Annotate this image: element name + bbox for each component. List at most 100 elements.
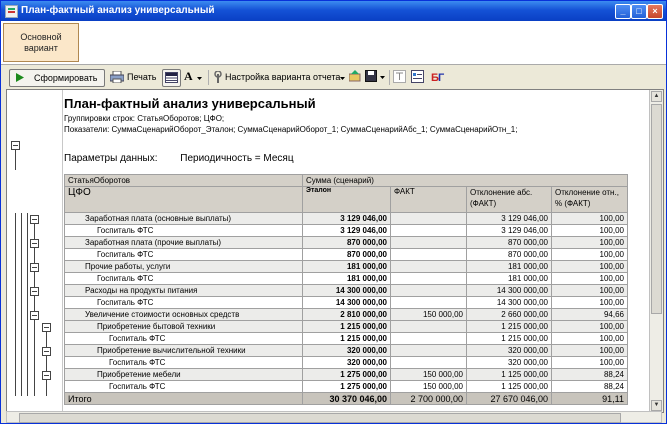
report-params: Параметры данных: Периодичность = Месяц [64, 153, 294, 164]
table-row[interactable]: Госпиталь ФТС 870 000,00 870 000,00 100,00 [64, 248, 628, 261]
report-icon [5, 5, 18, 18]
etalon-cell: 3 129 046,00 [302, 224, 391, 237]
open-button[interactable] [348, 70, 361, 84]
name-cell: Расходы на продукты питания [64, 284, 303, 297]
tree-line [27, 213, 28, 396]
abs-deviation-cell: 14 300 000,00 [466, 296, 552, 309]
tab-main-variant[interactable]: Основной вариант [3, 23, 79, 62]
report-sheet: План-фактный анализ универсальный Группи… [6, 89, 664, 413]
generate-button[interactable]: Сформировать [9, 69, 105, 87]
etalon-cell: 870 000,00 [302, 236, 391, 249]
toolbar-separator [208, 70, 209, 85]
header-cell: Эталон [302, 186, 391, 213]
etalon-cell: 1 275 000,00 [302, 380, 391, 393]
rel-deviation-cell: 100,00 [551, 212, 628, 225]
collapse-group-icon[interactable] [30, 287, 39, 296]
variant-settings-label: Настройка варианта отчета [225, 72, 341, 82]
etalon-cell: 14 300 000,00 [302, 284, 391, 297]
total-fact-cell: 2 700 000,00 [390, 392, 467, 405]
table-row[interactable]: Заработная плата (основные выплаты) 3 129… [64, 212, 628, 225]
vertical-scrollbar[interactable]: ▲ ▼ [649, 90, 663, 412]
scroll-up-icon[interactable]: ▲ [651, 91, 662, 102]
etalon-cell: 181 000,00 [302, 260, 391, 273]
abs-deviation-cell: 1 215 000,00 [466, 332, 552, 345]
text-button[interactable] [393, 70, 407, 84]
save-button[interactable] [365, 70, 387, 84]
total-etalon-cell: 30 370 046,00 [302, 392, 391, 405]
table-row[interactable]: Прочие работы, услуги 181 000,00 181 000,0… [64, 260, 628, 273]
fact-cell [390, 236, 467, 249]
table-row[interactable]: Госпиталь ФТС 14 300 000,00 14 300 000,00 1… [64, 296, 628, 309]
close-button[interactable]: × [647, 4, 663, 19]
fact-cell: 150 000,00 [390, 308, 467, 321]
abs-deviation-cell: 1 125 000,00 [466, 368, 552, 381]
table-row[interactable]: Госпиталь ФТС 3 129 046,00 3 129 046,00 100… [64, 224, 628, 237]
abs-deviation-cell: 181 000,00 [466, 272, 552, 285]
abs-deviation-cell: 181 000,00 [466, 260, 552, 273]
name-cell: Госпиталь ФТС [64, 296, 303, 309]
collapse-group-icon[interactable] [30, 239, 39, 248]
report-table: СтатьяОборотов Сумма (сценарий) ЦФО Этал… [64, 174, 628, 405]
table-row[interactable]: Увеличение стоимости основных средств 2 8… [64, 308, 628, 321]
scroll-down-icon[interactable]: ▼ [651, 400, 662, 411]
table-header-row: ЦФО Эталон ФАКТ Отклонение абс. (ФАКТ) О… [64, 186, 628, 213]
table-row[interactable]: Госпиталь ФТС 181 000,00 181 000,00 100,00 [64, 272, 628, 285]
table-row[interactable]: Расходы на продукты питания 14 300 000,00… [64, 284, 628, 297]
font-button[interactable]: A [182, 69, 204, 85]
table-row[interactable]: Приобретение мебели 1 275 000,00 150 000,0… [64, 368, 628, 381]
tree-line [15, 213, 16, 396]
table-row[interactable]: Госпиталь ФТС 1 215 000,00 1 215 000,00 100… [64, 332, 628, 345]
table-row[interactable]: Госпиталь ФТС 1 275 000,00 150 000,00 1 125… [64, 380, 628, 393]
header-cell: ЦФО [64, 186, 303, 213]
name-cell: Заработная плата (прочие выплаты) [64, 236, 303, 249]
abs-deviation-cell: 870 000,00 [466, 248, 552, 261]
print-label: Печать [127, 72, 157, 82]
collapse-group-icon[interactable] [42, 347, 51, 356]
etalon-cell: 1 275 000,00 [302, 368, 391, 381]
horizontal-scrollbar[interactable] [6, 411, 662, 423]
header-cell: СтатьяОборотов [64, 174, 303, 187]
svg-text:Г: Г [438, 72, 445, 83]
scroll-thumb[interactable] [19, 413, 621, 423]
variant-settings-button[interactable]: Настройка варианта отчета [212, 69, 347, 85]
total-row[interactable]: Итого 30 370 046,00 2 700 000,00 27 670 046… [64, 392, 628, 405]
name-cell: Госпиталь ФТС [64, 272, 303, 285]
header-toggle-button[interactable] [162, 69, 181, 87]
name-cell: Госпиталь ФТС [64, 380, 303, 393]
print-button[interactable]: Печать [109, 69, 159, 85]
rel-deviation-cell: 100,00 [551, 332, 628, 345]
help-button[interactable]: БГ [431, 70, 447, 84]
collapse-header-icon[interactable] [11, 141, 20, 150]
minimize-button[interactable]: _ [615, 4, 631, 19]
table-header-row: СтатьяОборотов Сумма (сценарий) [64, 174, 628, 187]
table-row[interactable]: Приобретение вычислительной техники 320 0… [64, 344, 628, 357]
etalon-cell: 2 810 000,00 [302, 308, 391, 321]
fact-cell [390, 284, 467, 297]
table-row[interactable]: Госпиталь ФТС 320 000,00 320 000,00 100,00 [64, 356, 628, 369]
maximize-button[interactable]: □ [631, 4, 647, 19]
title-bar[interactable]: План-фактный анализ универсальный _ □ × [1, 1, 666, 21]
etalon-cell: 14 300 000,00 [302, 296, 391, 309]
name-cell: Госпиталь ФТС [64, 248, 303, 261]
chevron-down-icon [340, 77, 345, 80]
chevron-down-icon [197, 77, 202, 80]
total-name-cell: Итого [64, 392, 303, 405]
form-button[interactable] [411, 70, 425, 84]
scroll-thumb[interactable] [651, 104, 662, 314]
collapse-group-icon[interactable] [30, 263, 39, 272]
generate-label: Сформировать [34, 73, 98, 83]
header-cell: ФАКТ [390, 186, 467, 213]
collapse-group-icon[interactable] [30, 311, 39, 320]
name-cell: Прочие работы, услуги [64, 260, 303, 273]
table-row[interactable]: Заработная плата (прочие выплаты) 870 000… [64, 236, 628, 249]
tree-line [21, 213, 22, 396]
header-cell: Сумма (сценарий) [302, 174, 628, 187]
table-row[interactable]: Приобретение бытовой техники 1 215 000,00… [64, 320, 628, 333]
abs-deviation-cell: 1 125 000,00 [466, 380, 552, 393]
collapse-group-icon[interactable] [42, 371, 51, 380]
header-cell: Отклонение отн., % (ФАКТ) [551, 186, 628, 213]
collapse-group-icon[interactable] [30, 215, 39, 224]
collapse-group-icon[interactable] [42, 323, 51, 332]
etalon-cell: 1 215 000,00 [302, 320, 391, 333]
name-cell: Приобретение вычислительной техники [64, 344, 303, 357]
